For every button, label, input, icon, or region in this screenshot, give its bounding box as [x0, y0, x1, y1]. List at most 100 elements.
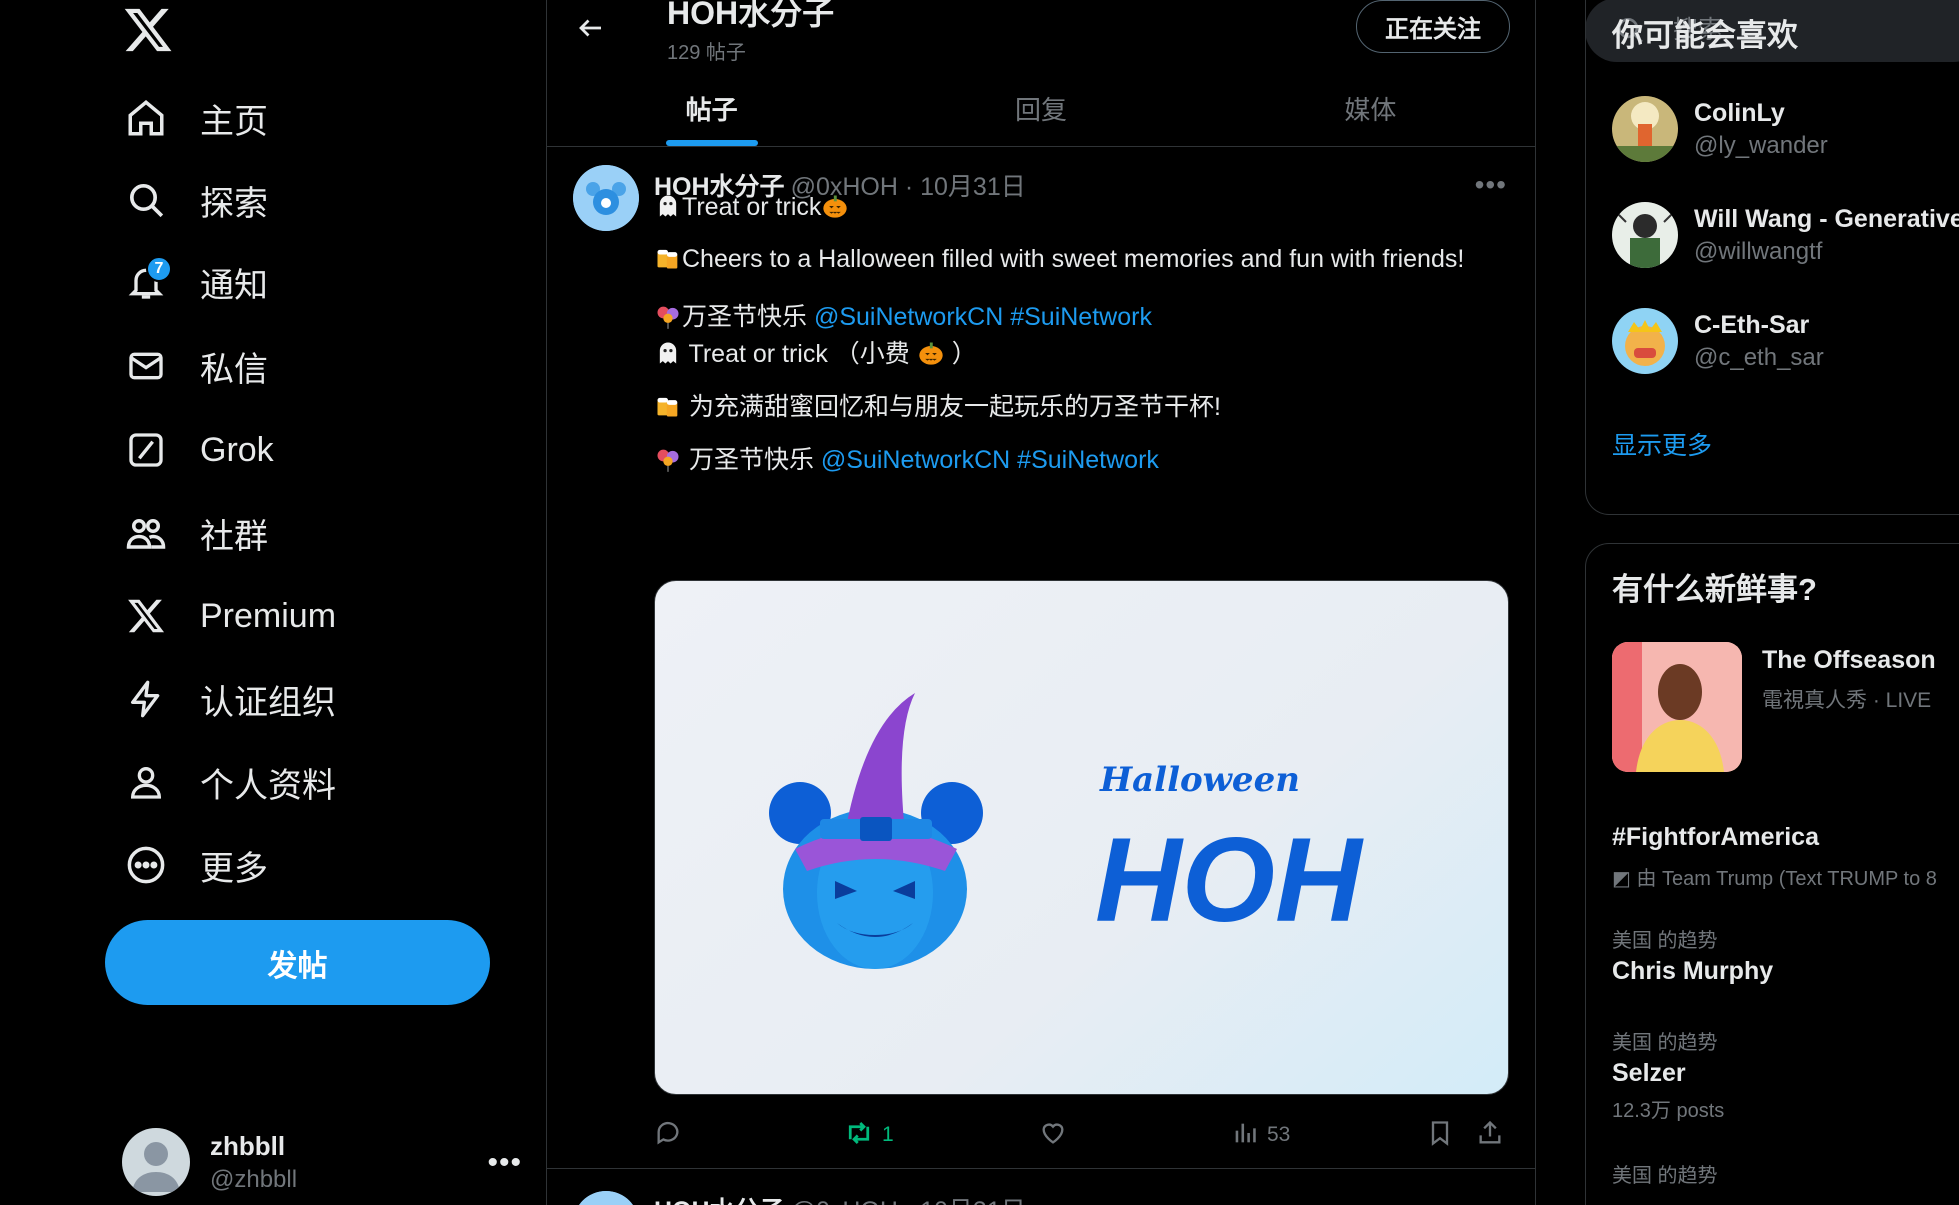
nav-label: 主页: [200, 102, 268, 141]
nav-grok[interactable]: Grok: [122, 420, 274, 480]
follow-suggestion[interactable]: Will Wang - Generative @willwangtf: [1612, 200, 1959, 270]
trend-context: 美国 的趋势: [1612, 1165, 1718, 1187]
tweet-line: 万圣节快乐 @SuiNetworkCN #SuiNetwork: [654, 297, 1152, 333]
panel-title: 有什么新鲜事?: [1612, 572, 1817, 607]
more-dots-icon[interactable]: •••: [1475, 169, 1507, 201]
nav-premium[interactable]: Premium: [122, 586, 336, 646]
communities-icon: [122, 509, 170, 557]
suggestion-handle: @ly_wander: [1694, 131, 1828, 159]
share-button[interactable]: [1476, 1115, 1504, 1155]
news-title: The Offseason: [1762, 646, 1936, 674]
person-icon: [122, 758, 170, 806]
trend-name: Selzer: [1612, 1059, 1686, 1087]
trend-post-count: 12.3万 posts: [1612, 1100, 1725, 1122]
nav-label: 社群: [200, 517, 268, 556]
bookmark-icon: [1426, 1119, 1454, 1152]
tab-media[interactable]: 媒体: [1206, 70, 1535, 146]
views-count: 53: [1267, 1123, 1291, 1146]
balloon-icon: [654, 445, 682, 473]
news-feature[interactable]: The Offseason 電視真人秀 · LIVE: [1612, 642, 1959, 774]
nav-profile[interactable]: 个人资料: [122, 752, 336, 812]
nav-explore[interactable]: 探索: [122, 170, 268, 230]
more-circle-icon: [122, 841, 170, 889]
nav-label: 个人资料: [200, 766, 336, 805]
follow-suggestion[interactable]: ColinLy @ly_wander: [1612, 94, 1959, 164]
trend-name: Chris Murphy: [1612, 957, 1774, 985]
back-arrow-icon[interactable]: [567, 4, 615, 52]
tweet-author-name[interactable]: HOH水分子: [654, 1197, 785, 1205]
share-icon: [1476, 1119, 1504, 1152]
follow-suggestion[interactable]: C-Eth-Sar @c_eth_sar: [1612, 306, 1959, 376]
more-dots-icon[interactable]: •••: [487, 1146, 522, 1180]
main-column: HOH水分子 129 帖子 正在关注 帖子 回复 媒体 HOH水分子 @0xHOH…: [546, 0, 1536, 1205]
tab-posts[interactable]: 帖子: [547, 70, 876, 146]
trend-name: #FightforAmerica: [1612, 823, 1819, 851]
trend-item[interactable]: 美国 的趋势 Chris Murphy: [1612, 924, 1959, 986]
hashtag-link[interactable]: #SuiNetwork: [1017, 446, 1159, 474]
tweet-meta: @0xHOH · 10月31日: [791, 1197, 1026, 1205]
bookmark-button[interactable]: [1426, 1115, 1454, 1155]
ghost-icon: [654, 339, 682, 367]
pumpkin-icon: [821, 192, 849, 220]
pumpkin-icon: [917, 339, 945, 367]
news-thumbnail: [1612, 642, 1742, 772]
suggestion-handle: @c_eth_sar: [1694, 343, 1824, 371]
x-icon: [122, 592, 170, 640]
tweet[interactable]: HOH水分子 @0xHOH · 10月31日 ••• Treat or trick…: [547, 147, 1535, 1169]
show-more-link[interactable]: 显示更多: [1612, 426, 1712, 462]
retweet-button[interactable]: 1: [844, 1115, 894, 1155]
trend-item[interactable]: 美国 的趋势 Selzer 12.3万 posts: [1612, 1026, 1959, 1123]
bar-chart-icon: [1231, 1119, 1259, 1152]
following-button[interactable]: 正在关注: [1356, 0, 1510, 53]
beer-mugs-icon: [654, 244, 682, 272]
suggestion-name: C-Eth-Sar: [1694, 310, 1810, 339]
panel-title: 你可能会喜欢: [1612, 18, 1798, 53]
tweet-text: 为充满甜蜜回忆和与朋友一起玩乐的万圣节干杯!: [682, 393, 1221, 421]
tweet-line: Treat or trick: [654, 192, 849, 222]
promoted-icon: ◩: [1612, 868, 1637, 890]
tweet-line: 万圣节快乐 @SuiNetworkCN #SuiNetwork: [654, 440, 1159, 476]
tab-replies[interactable]: 回复: [876, 70, 1205, 146]
bell-icon: 7: [122, 256, 172, 306]
tweet-text: 万圣节快乐: [682, 446, 821, 474]
hashtag-link[interactable]: #SuiNetwork: [1010, 303, 1152, 331]
account-name: zhbbll: [210, 1130, 286, 1161]
tweet-text: 万圣节快乐: [682, 303, 814, 331]
avatar: [1612, 96, 1678, 162]
post-button[interactable]: 发帖: [105, 920, 490, 1005]
nav-messages[interactable]: 私信: [122, 336, 268, 396]
mention-link[interactable]: @SuiNetworkCN: [821, 446, 1010, 474]
profile-title: HOH水分子: [667, 0, 835, 31]
tweet-image[interactable]: Halloween HOH: [654, 580, 1509, 1095]
tweet-text: Treat or trick （小费: [682, 340, 917, 368]
ghost-icon: [654, 192, 682, 220]
promoted-trend[interactable]: #FightforAmerica ◩ 由 Team Trump (Text TR…: [1612, 819, 1959, 891]
left-sidebar: 主页 探索 7 通知 私信 Grok 社群 Premium 认证组织 个人资料 …: [0, 0, 545, 1205]
reply-icon: [654, 1119, 682, 1152]
tweet[interactable]: HOH水分子 @0xHOH · 10月31日: [547, 1169, 1535, 1205]
reply-button[interactable]: [654, 1115, 682, 1155]
nav-more[interactable]: 更多: [122, 835, 268, 895]
beer-mugs-icon: [654, 392, 682, 420]
avatar: [1612, 308, 1678, 374]
news-subtitle: 電視真人秀 · LIVE: [1762, 689, 1932, 712]
avatar[interactable]: [573, 1191, 639, 1205]
avatar: [1612, 202, 1678, 268]
nav-verified-orgs[interactable]: 认证组织: [122, 669, 336, 729]
nav-label: 通知: [200, 266, 268, 305]
balloon-icon: [654, 302, 682, 330]
tweet-header: HOH水分子 @0xHOH · 10月31日: [654, 1191, 1026, 1205]
like-button[interactable]: [1039, 1115, 1067, 1155]
x-logo-icon[interactable]: [122, 4, 174, 56]
nav-home[interactable]: 主页: [122, 88, 268, 148]
mention-link[interactable]: @SuiNetworkCN: [814, 303, 1003, 331]
avatar[interactable]: [573, 165, 639, 231]
nav-label: 更多: [200, 849, 268, 888]
nav-communities[interactable]: 社群: [122, 503, 268, 563]
nav-notifications[interactable]: 7 通知: [122, 252, 268, 312]
views-button[interactable]: 53: [1231, 1115, 1290, 1155]
nav-label: Premium: [200, 596, 337, 635]
account-switcher[interactable]: zhbbll @zhbbll •••: [122, 1122, 522, 1202]
trend-item[interactable]: 美国 的趋势: [1612, 1159, 1959, 1188]
trend-context: 美国 的趋势: [1612, 930, 1718, 952]
